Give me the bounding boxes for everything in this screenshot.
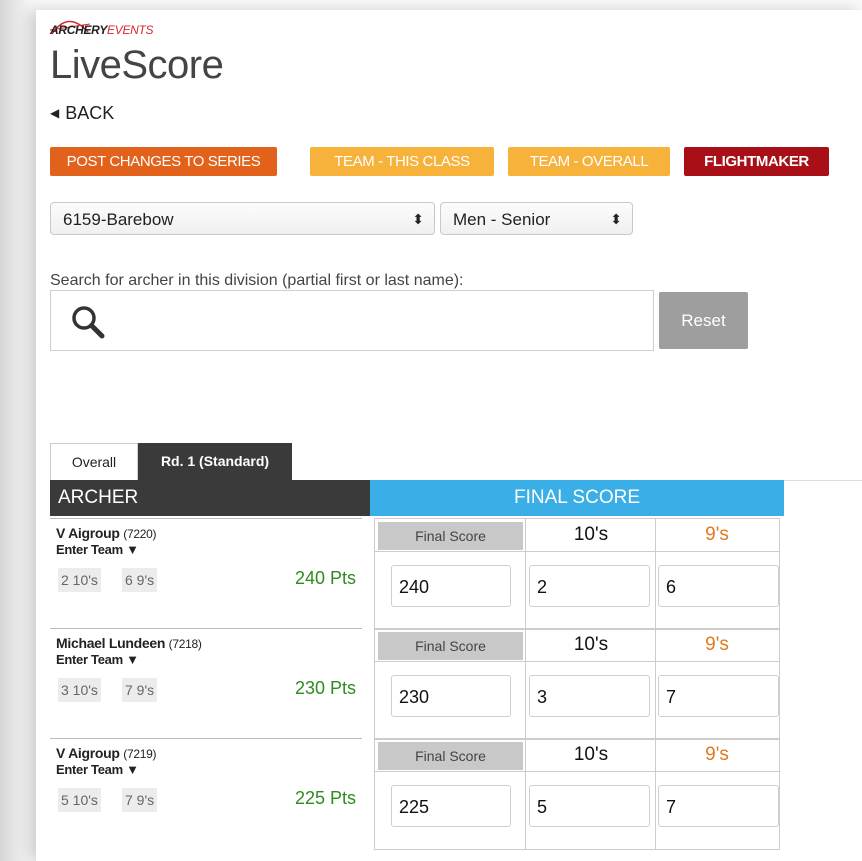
class-select[interactable]: Men - Senior ⬍ [440, 202, 633, 235]
grid-line [375, 551, 779, 552]
final-score-input[interactable]: 225 [391, 785, 511, 827]
team-overall-button[interactable]: TEAM - OVERALL [508, 147, 670, 176]
archer-id: (7220) [123, 527, 157, 541]
enter-team-dropdown[interactable]: Enter Team ▼ [56, 652, 139, 667]
archer-id: (7219) [123, 747, 157, 761]
nines-label: 9's [705, 744, 729, 765]
reset-button[interactable]: Reset [659, 292, 748, 349]
tab-overall[interactable]: Overall [50, 443, 138, 480]
tens-label: 10's [573, 634, 609, 655]
nines-label: 9's [705, 524, 729, 545]
nines-input[interactable]: 7 [658, 675, 779, 717]
grid-line [525, 519, 526, 629]
points-total: 230 Pts [294, 678, 356, 698]
select-arrows-icon: ⬍ [610, 211, 622, 227]
division-select-value: 6159-Barebow [63, 210, 174, 229]
archer-name: V Aigroup (7220) [56, 525, 156, 541]
nines-badge: 7 9's [122, 678, 158, 702]
grid-line [525, 629, 526, 739]
tens-label: 10's [573, 524, 609, 545]
enter-team-dropdown[interactable]: Enter Team ▼ [56, 542, 139, 557]
tens-input[interactable]: 5 [529, 785, 650, 827]
grid-line [375, 661, 779, 662]
final-score-input[interactable]: 230 [391, 675, 511, 717]
final-score-label: Final Score [378, 632, 523, 660]
points-total: 225 Pts [294, 788, 356, 808]
archer-column-header: ARCHER [50, 480, 370, 516]
final-score-header: FINAL SCORE [370, 480, 784, 516]
score-grid: Final Score 10's 9's 225 5 7 [374, 738, 780, 850]
final-score-input[interactable]: 240 [391, 565, 511, 607]
archer-name-text: V Aigroup [56, 525, 120, 541]
grid-line [375, 771, 779, 772]
row-divider [50, 628, 362, 629]
archer-name-text: V Aigroup [56, 745, 120, 761]
search-label: Search for archer in this division (part… [50, 272, 464, 289]
nines-label: 9's [705, 634, 729, 655]
back-label: BACK [65, 103, 115, 123]
search-icon [72, 306, 105, 339]
tens-input[interactable]: 2 [529, 565, 650, 607]
brand-part-events: EVENTS [107, 23, 154, 37]
score-grid: Final Score 10's 9's 230 3 7 [374, 628, 780, 740]
enter-team-dropdown[interactable]: Enter Team ▼ [56, 762, 139, 777]
select-arrows-icon: ⬍ [412, 211, 424, 227]
archer-id: (7218) [168, 637, 202, 651]
class-select-value: Men - Senior [453, 210, 551, 229]
archer-name: V Aigroup (7219) [56, 745, 156, 761]
archer-name: Michael Lundeen (7218) [56, 635, 202, 651]
final-score-label: Final Score [378, 522, 523, 550]
back-arrow-icon: ◀ [50, 106, 60, 120]
divider [784, 480, 862, 481]
tab-round-1[interactable]: Rd. 1 (Standard) [138, 443, 292, 480]
points-total: 240 Pts [294, 568, 356, 588]
tens-label: 10's [573, 744, 609, 765]
final-score-label: Final Score [378, 742, 523, 770]
tens-input[interactable]: 3 [529, 675, 650, 717]
division-select[interactable]: 6159-Barebow ⬍ [50, 202, 435, 235]
nines-badge: 6 9's [122, 568, 158, 592]
row-divider [50, 518, 362, 519]
team-this-class-button[interactable]: TEAM - THIS CLASS [310, 147, 494, 176]
brand-wordmark: ARCHERYEVENTS [50, 23, 154, 37]
tens-badge: 5 10's [58, 788, 101, 812]
app-title: LiveScore [50, 43, 224, 87]
archer-name-text: Michael Lundeen [56, 635, 166, 651]
nines-badge: 7 9's [122, 788, 158, 812]
nines-input[interactable]: 7 [658, 785, 779, 827]
back-link[interactable]: ◀ BACK [50, 103, 114, 124]
post-changes-button[interactable]: POST CHANGES TO SERIES [50, 147, 277, 176]
brand-part-archery: ARCHERY [50, 23, 108, 37]
nines-input[interactable]: 6 [658, 565, 779, 607]
search-input[interactable] [50, 290, 654, 351]
page: ARCHERYEVENTS LiveScore ◀ BACK POST CHANG… [36, 10, 862, 861]
grid-line [525, 739, 526, 849]
tens-badge: 3 10's [58, 678, 101, 702]
score-grid: Final Score 10's 9's 240 2 6 [374, 518, 780, 630]
flightmaker-button[interactable]: FLIGHTMAKER [684, 147, 829, 176]
tens-badge: 2 10's [58, 568, 101, 592]
row-divider [50, 738, 362, 739]
